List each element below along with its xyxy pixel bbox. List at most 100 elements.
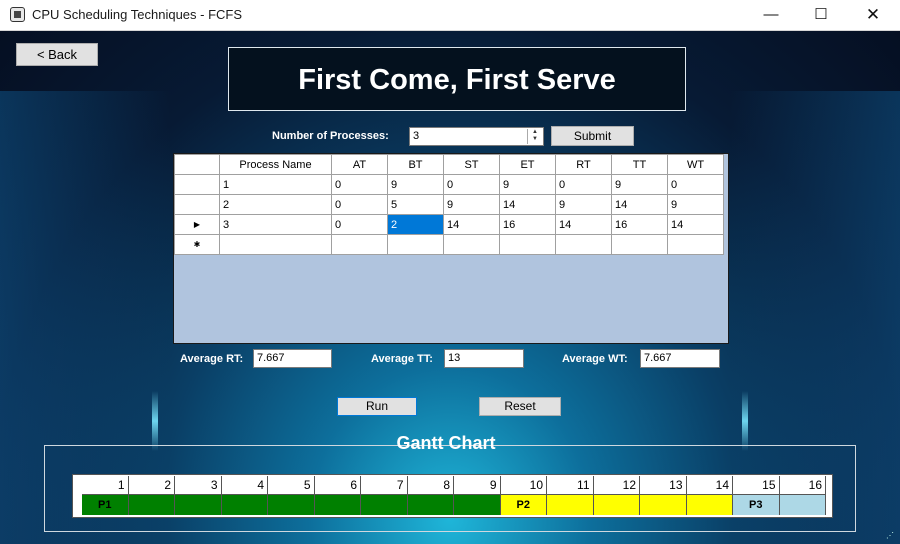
average-rt-field[interactable]: 7.667 xyxy=(253,349,332,368)
column-header[interactable]: BT xyxy=(387,154,444,175)
spin-arrows-icon[interactable]: ▲ ▼ xyxy=(527,129,542,144)
table-cell[interactable] xyxy=(387,234,444,255)
table-cell[interactable] xyxy=(331,234,388,255)
table-cell[interactable] xyxy=(611,234,668,255)
gantt-title-text: Gantt Chart xyxy=(396,433,496,453)
gantt-chart: 1 2 3 4 5 6 7 8 9 10 11 12 13 14 15 16 P1 P2 P3 xyxy=(72,474,833,518)
table-cell[interactable] xyxy=(555,234,612,255)
table-cell[interactable]: 5 xyxy=(387,194,444,215)
row-header-corner xyxy=(174,154,220,175)
table-cell[interactable]: 16 xyxy=(611,214,668,235)
gantt-block-label: P2 xyxy=(500,494,547,515)
background-light-streak xyxy=(152,391,158,451)
gantt-tick-label: 12 xyxy=(594,476,640,494)
gantt-slot xyxy=(268,494,315,515)
table-cell[interactable]: 3 xyxy=(219,214,332,235)
table-cell[interactable]: 14 xyxy=(555,214,612,235)
gantt-tick-label: 2 xyxy=(129,476,175,494)
current-row-arrow-icon[interactable]: ▶ xyxy=(174,214,220,235)
process-count-label: Number of Processes: xyxy=(272,130,389,142)
table-cell[interactable]: 1 xyxy=(219,174,332,195)
page-title: First Come, First Serve xyxy=(298,64,616,96)
gantt-tick-label: 4 xyxy=(222,476,268,494)
new-row-asterisk-icon[interactable]: ✱ xyxy=(174,234,220,255)
gantt-tick-label: 1 xyxy=(82,476,129,494)
process-count-value: 3 xyxy=(413,130,420,142)
row-header[interactable] xyxy=(174,194,220,215)
run-button[interactable]: Run xyxy=(337,397,417,416)
table-row[interactable]: 2 0 5 9 14 9 14 9 xyxy=(174,194,724,215)
gantt-tick-label: 13 xyxy=(640,476,687,494)
gantt-slot xyxy=(593,494,640,515)
table-cell[interactable]: 9 xyxy=(611,174,668,195)
gantt-block-label: P3 xyxy=(733,494,780,515)
title-bar: CPU Scheduling Techniques - FCFS — ☐ ✕ xyxy=(0,0,900,31)
resize-grip-icon[interactable]: ⋰ xyxy=(886,531,896,541)
table-cell[interactable]: 9 xyxy=(667,194,724,215)
table-cell[interactable]: 0 xyxy=(331,174,388,195)
gantt-tick-label: 6 xyxy=(315,476,361,494)
table-cell[interactable]: 9 xyxy=(387,174,444,195)
new-row[interactable]: ✱ xyxy=(174,234,724,255)
process-grid[interactable]: Process Name AT BT ST ET RT TT WT 1090909020591… xyxy=(173,153,729,344)
table-header-row: Process Name AT BT ST ET RT TT WT xyxy=(174,154,724,175)
table-cell[interactable]: 0 xyxy=(555,174,612,195)
average-tt-label: Average TT: xyxy=(371,353,433,365)
table-cell[interactable] xyxy=(219,234,332,255)
column-header[interactable]: TT xyxy=(611,154,668,175)
heading-panel: First Come, First Serve xyxy=(228,47,686,111)
table-cell[interactable]: 14 xyxy=(499,194,556,215)
submit-button[interactable]: Submit xyxy=(551,126,634,146)
background-light-streak xyxy=(742,391,748,451)
gantt-tick-label: 7 xyxy=(361,476,408,494)
column-header[interactable]: Process Name xyxy=(219,154,332,175)
reset-button[interactable]: Reset xyxy=(479,397,561,416)
table-cell[interactable]: 9 xyxy=(443,194,500,215)
main-panel: < Back First Come, First Serve Number of… xyxy=(0,31,900,544)
table-cell[interactable]: 0 xyxy=(667,174,724,195)
table-cell[interactable]: 14 xyxy=(611,194,668,215)
gantt-slot xyxy=(128,494,175,515)
table-cell[interactable]: 14 xyxy=(667,214,724,235)
gantt-tick-label: 14 xyxy=(687,476,733,494)
minimize-button[interactable]: — xyxy=(748,0,794,30)
row-header[interactable] xyxy=(174,174,220,195)
gantt-tick-label: 16 xyxy=(780,476,826,494)
table-row[interactable]: ▶ 3 0 2 14 16 14 16 14 xyxy=(174,214,724,235)
gantt-slot xyxy=(314,494,361,515)
table-cell[interactable]: 9 xyxy=(555,194,612,215)
table-cell[interactable]: 2 xyxy=(387,214,444,235)
gantt-slot xyxy=(175,494,222,515)
column-header[interactable]: RT xyxy=(555,154,612,175)
gantt-tick-label: 5 xyxy=(268,476,315,494)
average-rt-label: Average RT: xyxy=(180,353,244,365)
table-cell[interactable]: 9 xyxy=(499,174,556,195)
table-cell[interactable]: 0 xyxy=(331,214,388,235)
gantt-tick-label: 15 xyxy=(733,476,780,494)
column-header[interactable]: WT xyxy=(667,154,724,175)
gantt-slot xyxy=(361,494,408,515)
average-wt-field[interactable]: 7.667 xyxy=(640,349,720,368)
column-header[interactable]: ST xyxy=(443,154,500,175)
close-button[interactable]: ✕ xyxy=(850,0,896,30)
table-cell[interactable]: 0 xyxy=(443,174,500,195)
chip-icon xyxy=(10,7,25,22)
table-cell[interactable] xyxy=(499,234,556,255)
table-row[interactable]: 10909090 xyxy=(174,174,724,195)
table-cell[interactable]: 0 xyxy=(331,194,388,215)
column-header[interactable]: ET xyxy=(499,154,556,175)
table-cell[interactable]: 2 xyxy=(219,194,332,215)
column-header[interactable]: AT xyxy=(331,154,388,175)
table-cell[interactable] xyxy=(443,234,500,255)
process-count-stepper[interactable]: 3 ▲ ▼ xyxy=(409,127,544,146)
gantt-slot xyxy=(686,494,733,515)
table-cell[interactable]: 16 xyxy=(499,214,556,235)
table-cell[interactable]: 14 xyxy=(443,214,500,235)
back-button[interactable]: < Back xyxy=(16,43,98,66)
maximize-button[interactable]: ☐ xyxy=(798,0,844,30)
average-tt-field[interactable]: 13 xyxy=(444,349,524,368)
gantt-tick-label: 11 xyxy=(547,476,594,494)
gantt-title: Gantt Chart xyxy=(370,433,522,454)
gantt-tick-label: 8 xyxy=(408,476,454,494)
table-cell[interactable] xyxy=(667,234,724,255)
